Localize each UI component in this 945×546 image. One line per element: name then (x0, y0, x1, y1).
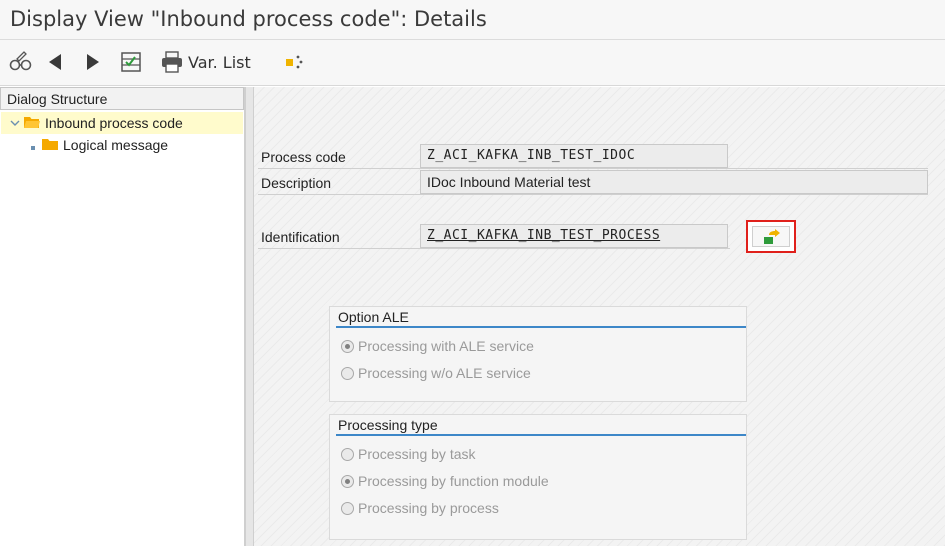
print-var-list-button[interactable]: Var. List (160, 48, 251, 76)
radio-processing-with-ale[interactable]: Processing with ALE service (341, 338, 534, 354)
more-options-icon (283, 51, 305, 73)
printer-icon (160, 51, 184, 73)
tree-item-label: Inbound process code (45, 115, 183, 131)
tree-item-logical-message[interactable]: Logical message (1, 134, 243, 156)
identification-label: Identification (261, 229, 340, 245)
navigate-arrow-icon (763, 229, 781, 248)
radio-processing-by-task[interactable]: Processing by task (341, 446, 476, 462)
bullet-icon (31, 137, 35, 153)
toolbar: Var. List (0, 40, 945, 86)
identification-field[interactable]: Z_ACI_KAFKA_INB_TEST_PROCESS (420, 224, 728, 248)
radio-label: Processing with ALE service (358, 338, 534, 354)
radio-label: Processing by task (358, 446, 476, 462)
button-face (752, 226, 790, 247)
open-folder-icon (23, 115, 41, 132)
radio-selected-icon (341, 339, 354, 353)
details-area: Process code Z_ACI_KAFKA_INB_TEST_IDOC D… (254, 87, 945, 546)
next-entry-button[interactable] (84, 48, 102, 76)
option-ale-title: Option ALE (336, 309, 746, 328)
var-list-label: Var. List (188, 52, 251, 72)
dialog-structure-panel: Dialog Structure Inbound process code Lo… (0, 87, 245, 546)
tree-item-inbound-process-code[interactable]: Inbound process code (1, 112, 243, 134)
dialog-structure-header: Dialog Structure (0, 87, 244, 110)
panel-splitter[interactable] (245, 87, 254, 546)
glasses-pencil-icon (8, 50, 34, 74)
radio-unselected-icon (341, 501, 354, 515)
chevron-down-icon[interactable] (9, 115, 21, 131)
processing-type-group: Processing type Processing by task Proce… (329, 414, 747, 540)
more-functions-button[interactable] (283, 48, 305, 76)
folder-icon (41, 137, 59, 154)
tree-item-label: Logical message (63, 137, 169, 153)
window-title: Display View "Inbound process code": Det… (10, 7, 487, 31)
radio-label: Processing w/o ALE service (358, 365, 531, 381)
title-bar: Display View "Inbound process code": Det… (0, 0, 945, 40)
radio-unselected-icon (341, 366, 354, 380)
radio-processing-by-function-module[interactable]: Processing by function module (341, 473, 549, 489)
process-code-field[interactable]: Z_ACI_KAFKA_INB_TEST_IDOC (420, 144, 728, 168)
triangle-left-icon (46, 52, 64, 72)
radio-unselected-icon (341, 447, 354, 461)
select-block-button[interactable] (120, 48, 142, 76)
option-ale-group: Option ALE Processing with ALE service P… (329, 306, 747, 402)
radio-label: Processing by function module (358, 473, 549, 489)
process-code-label: Process code (261, 149, 346, 165)
radio-label: Processing by process (358, 500, 499, 516)
previous-entry-button[interactable] (46, 48, 64, 76)
radio-processing-without-ale[interactable]: Processing w/o ALE service (341, 365, 531, 381)
identification-navigate-button[interactable] (746, 220, 796, 253)
radio-processing-by-process[interactable]: Processing by process (341, 500, 499, 516)
radio-selected-icon (341, 474, 354, 488)
description-field[interactable]: IDoc Inbound Material test (420, 170, 928, 194)
table-select-icon (120, 51, 142, 73)
triangle-right-icon (84, 52, 102, 72)
display-change-button[interactable] (8, 48, 34, 76)
description-label: Description (261, 175, 332, 191)
processing-type-title: Processing type (336, 417, 746, 436)
